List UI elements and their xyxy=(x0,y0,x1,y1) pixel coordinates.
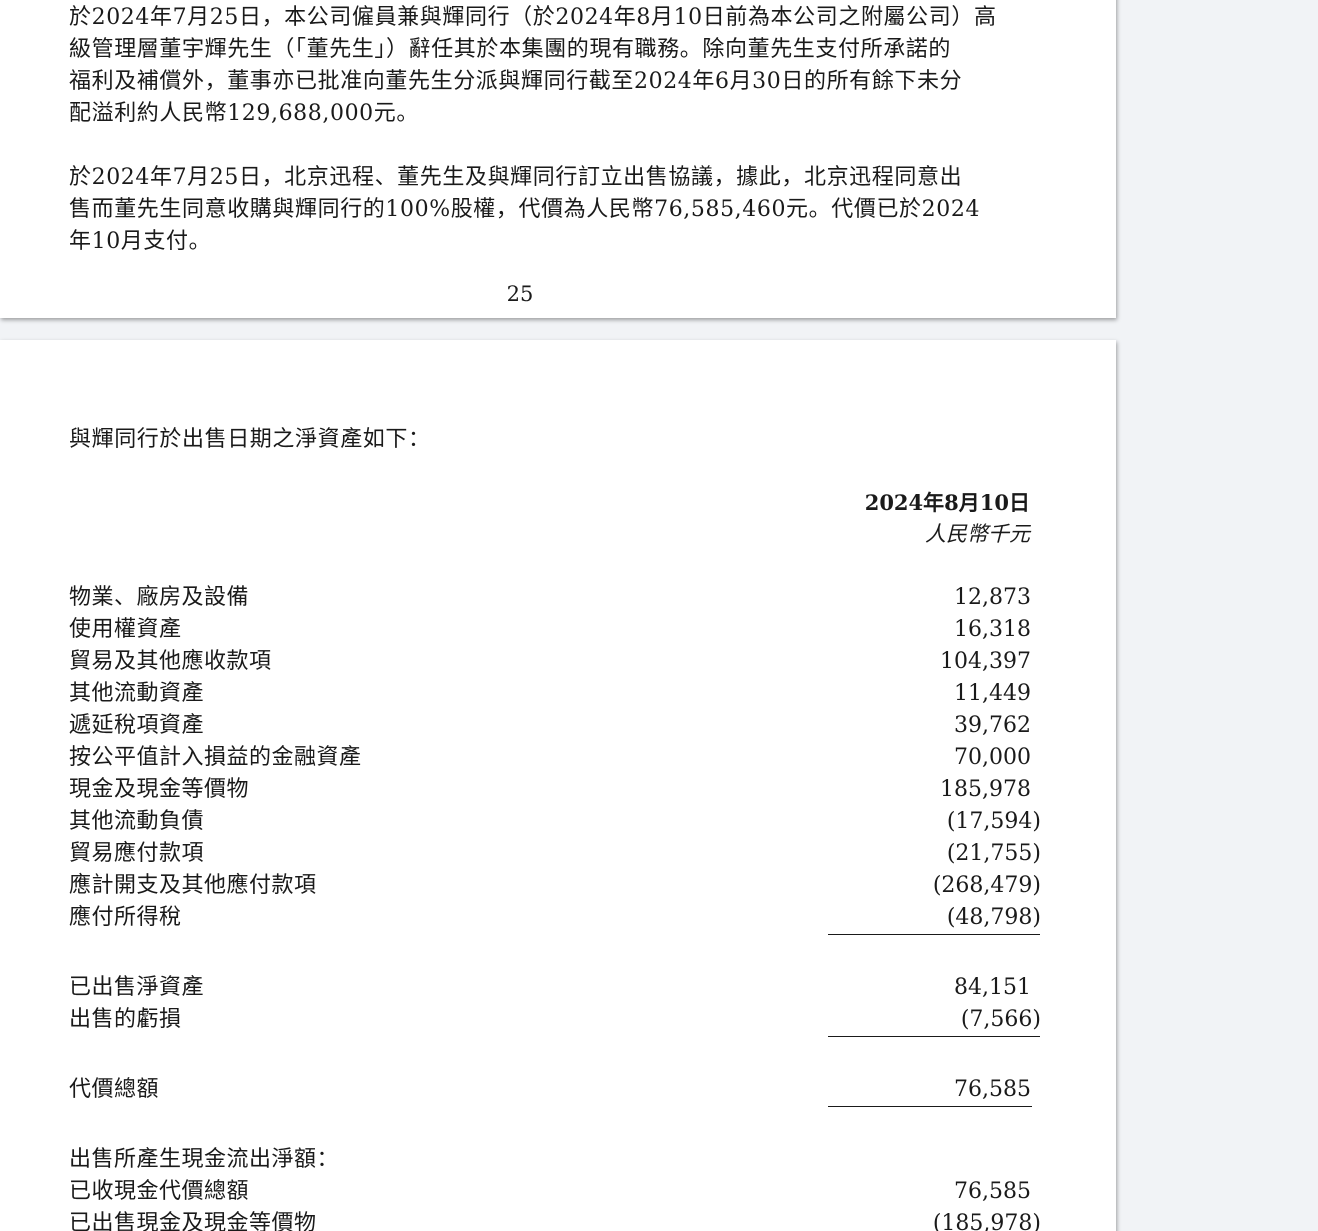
table-row: 按公平值計入損益的金融資產 70,000 xyxy=(69,742,1041,774)
table-row: 應計開支及其他應付款項 (268,479) xyxy=(69,870,1041,902)
total-rule xyxy=(828,1106,1032,1107)
row-value: (185,978) xyxy=(932,1211,1041,1231)
table-row: 貿易應付款項 (21,755) xyxy=(69,838,1041,870)
row-label: 使用權資產 xyxy=(69,617,182,642)
table-row: 應付所得稅 (48,798) xyxy=(69,902,1041,934)
table-row: 已收現金代價總額 76,585 xyxy=(69,1176,1041,1208)
row-value: (7,566) xyxy=(960,1007,1041,1032)
table-row: 遞延稅項資產 39,762 xyxy=(69,710,1041,742)
row-label: 其他流動資產 xyxy=(69,681,205,706)
row-label: 出售的虧損 xyxy=(69,1007,182,1032)
row-value: (268,479) xyxy=(932,873,1041,898)
page-26: 與輝同行於出售日期之淨資產如下： 2024年8月10日 人民幣千元 物業、廠房及… xyxy=(0,340,1116,1231)
table-row: 貿易及其他應收款項 104,397 xyxy=(69,646,1041,678)
table-row: 其他流動負債 (17,594) xyxy=(69,806,1041,838)
row-label: 貿易及其他應收款項 xyxy=(69,649,272,674)
paragraph-disposal-agreement: 於2024年7月25日，北京迅程、董先生及與輝同行訂立出售協議，據此，北京迅程同… xyxy=(69,165,981,254)
column-header-unit: 人民幣千元 xyxy=(925,522,1030,546)
row-label: 物業、廠房及設備 xyxy=(69,585,250,610)
document-viewer[interactable]: 於2024年7月25日，本公司僱員兼與輝同行（於2024年8月10日前為本公司之… xyxy=(0,0,1318,1231)
page-25: 於2024年7月25日，本公司僱員兼與輝同行（於2024年8月10日前為本公司之… xyxy=(0,0,1116,318)
row-label: 應付所得稅 xyxy=(69,905,182,930)
row-value: 185,978 xyxy=(940,777,1031,802)
row-value: 16,318 xyxy=(954,617,1031,642)
row-label: 按公平值計入損益的金融資產 xyxy=(69,745,362,770)
row-label: 代價總額 xyxy=(69,1077,160,1102)
row-label: 遞延稅項資產 xyxy=(69,713,205,738)
row-label: 應計開支及其他應付款項 xyxy=(69,873,317,898)
subtotal-rule xyxy=(828,934,1040,935)
row-label: 出售所產生現金流出淨額： xyxy=(69,1147,340,1172)
row-value: 12,873 xyxy=(954,585,1031,610)
table-intro: 與輝同行於出售日期之淨資產如下： xyxy=(69,427,431,452)
row-value: 84,151 xyxy=(954,975,1031,1000)
table-row: 出售所產生現金流出淨額： xyxy=(69,1144,1041,1176)
table-row: 現金及現金等價物 185,978 xyxy=(69,774,1041,806)
row-label: 已收現金代價總額 xyxy=(69,1179,250,1204)
row-label: 已出售淨資產 xyxy=(69,975,205,1000)
table-row: 使用權資產 16,318 xyxy=(69,614,1041,646)
row-value: (17,594) xyxy=(946,809,1041,834)
page-number: 25 xyxy=(506,282,534,306)
row-label: 其他流動負債 xyxy=(69,809,205,834)
row-label: 貿易應付款項 xyxy=(69,841,205,866)
table-row: 已出售淨資產 84,151 xyxy=(69,972,1041,1004)
row-value: (48,798) xyxy=(946,905,1041,930)
column-header-date: 2024年8月10日 xyxy=(864,490,1030,515)
row-label: 現金及現金等價物 xyxy=(69,777,250,802)
row-value: 76,585 xyxy=(954,1077,1031,1102)
row-value: 104,397 xyxy=(940,649,1031,674)
table-row: 物業、廠房及設備 12,873 xyxy=(69,582,1041,614)
row-value: 70,000 xyxy=(954,745,1031,770)
row-value: (21,755) xyxy=(946,841,1041,866)
row-value: 11,449 xyxy=(954,681,1031,706)
table-row: 其他流動資產 11,449 xyxy=(69,678,1041,710)
table-row: 代價總額 76,585 xyxy=(69,1074,1041,1106)
row-value: 39,762 xyxy=(954,713,1031,738)
row-value: 76,585 xyxy=(954,1179,1031,1204)
paragraph-resignation: 於2024年7月25日，本公司僱員兼與輝同行（於2024年8月10日前為本公司之… xyxy=(69,5,997,126)
table-row: 已出售現金及現金等價物 (185,978) xyxy=(69,1208,1041,1231)
subtotal-rule xyxy=(828,1036,1040,1037)
table-row: 出售的虧損 (7,566) xyxy=(69,1004,1041,1036)
row-label: 已出售現金及現金等價物 xyxy=(69,1211,317,1231)
